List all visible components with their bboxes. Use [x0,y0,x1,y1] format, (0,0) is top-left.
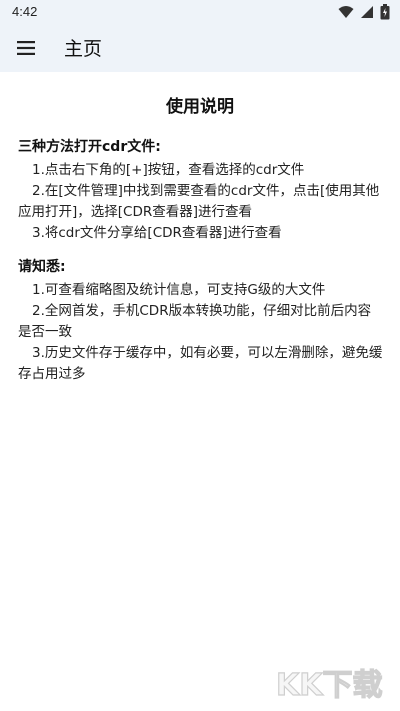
list-item: 3.将cdr文件分享给[CDR查看器]进行查看 [32,225,282,241]
list-item: 2.在[文件管理]中找到需要查看的cdr文件，点击[使用其他应用打开]，选择[C… [18,183,380,220]
app-bar: 主页 [0,24,400,72]
wifi-icon [338,6,354,18]
hamburger-menu-icon [17,41,35,55]
battery-icon [380,4,390,20]
svg-text:KK下载: KK下载 [276,668,383,703]
list-item: 3.历史文件存于缓存中，如有必要，可以左滑删除，避免缓存占用过多 [18,345,383,382]
status-time: 4:42 [12,4,38,19]
kk-download-watermark-logo: KK下载 [272,661,392,705]
section-title-notice: 请知悉: [18,259,66,275]
status-icons [338,4,390,20]
list-item: 1.可查看缩略图及统计信息，可支持G级的大文件 [32,282,326,298]
list-item: 1.点击右下角的[+]按钮，查看选择的cdr文件 [32,162,305,178]
menu-button[interactable] [10,32,42,64]
section-title-open-methods: 三种方法打开cdr文件: [18,139,161,155]
signal-icon [361,6,373,18]
page-heading: 使用说明 [166,97,234,117]
status-bar: 4:42 [0,0,400,24]
app-title: 主页 [64,38,103,60]
list-item: 2.全网首发，手机CDR版本转换功能，仔细对比前后内容是否一致 [18,303,372,340]
